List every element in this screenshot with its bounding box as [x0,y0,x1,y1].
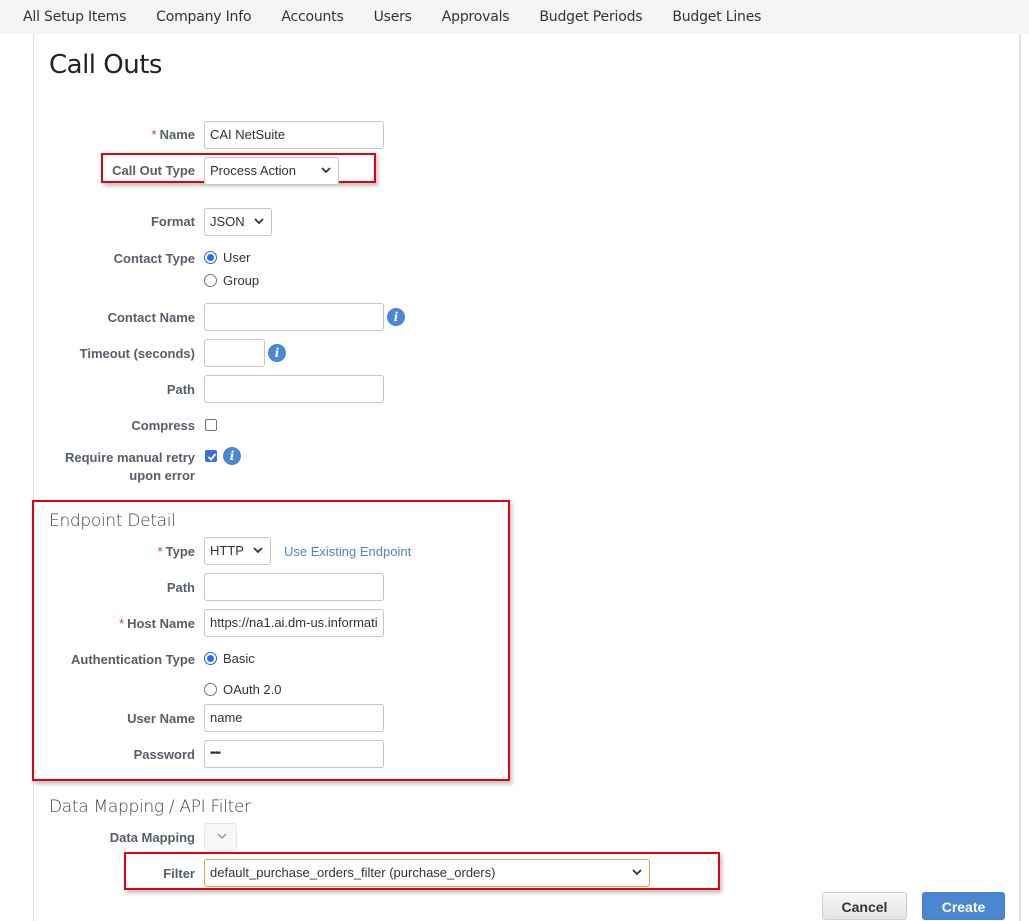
name-label: * Name [0,127,195,142]
endpoint-path-label: Path [166,580,195,595]
data-mapping-title: Data Mapping / API Filter [49,797,251,817]
radio-selected[interactable] [204,652,217,665]
auth-oauth-radio[interactable]: OAuth 2.0 [204,682,282,697]
user-name-input[interactable]: name [204,704,384,732]
required-marker: * [157,544,163,559]
contact-type-user-radio[interactable]: User [204,250,250,265]
password-label: Password [133,747,195,762]
manual-retry-label: Require manual retry upon error [0,449,195,485]
data-mapping-select[interactable] [204,823,237,851]
endpoint-detail-highlight [32,500,510,781]
name-label-text: Name [159,127,195,142]
host-name-input[interactable]: https://na1.ai.dm-us.informati [204,609,384,637]
nav-company-info[interactable]: Company Info [156,9,251,25]
radio-label: Basic [223,651,255,666]
password-input[interactable]: •••• [204,740,384,768]
compress-label: Compress [131,418,195,433]
chevron-down-icon [254,217,264,226]
required-marker: * [119,616,125,631]
nav-users[interactable]: Users [374,9,412,25]
contact-type-label: Contact Type [113,251,195,266]
endpoint-type-value: HTTP [210,543,244,558]
endpoint-type-select[interactable]: HTTP [204,537,271,565]
name-input[interactable]: CAI NetSuite [204,121,384,149]
required-marker: * [151,127,157,142]
checkbox-checked[interactable] [205,450,217,462]
nav-accounts[interactable]: Accounts [281,9,343,25]
auth-basic-radio[interactable]: Basic [204,651,255,666]
chevron-down-icon [632,868,642,877]
endpoint-detail-title: Endpoint Detail [49,511,176,531]
radio-label: OAuth 2.0 [223,682,282,697]
nav-budget-lines[interactable]: Budget Lines [672,9,761,25]
nav-all-setup-items[interactable]: All Setup Items [23,9,126,25]
radio-label: User [223,250,251,265]
format-label: Format [150,214,195,229]
radio-label: Group [223,273,260,288]
user-name-label: User Name [127,711,195,726]
endpoint-path-input[interactable] [204,573,384,601]
call-out-type-select[interactable]: Process Action [204,157,339,185]
format-select[interactable]: JSON [204,208,272,236]
filter-value: default_purchase_orders_filter (purchase… [210,865,496,880]
chevron-down-icon [321,166,331,175]
use-existing-endpoint-link[interactable]: Use Existing Endpoint [284,544,411,559]
host-name-label-text: Host Name [127,616,195,631]
contact-name-input[interactable] [204,303,384,331]
call-out-type-label: Call Out Type [112,163,195,178]
compress-checkbox[interactable] [205,419,217,431]
manual-retry-label-line2: upon error [129,468,195,483]
manual-retry-checkbox[interactable] [205,450,217,462]
checkbox-unchecked[interactable] [205,419,217,431]
setup-nav: All Setup Items Company Info Accounts Us… [0,0,1029,34]
data-mapping-label: Data Mapping [109,830,195,845]
contact-type-group-radio[interactable]: Group [204,273,259,288]
radio-unselected[interactable] [204,683,217,696]
endpoint-type-label-text: Type [165,544,195,559]
chevron-down-icon [253,546,263,555]
nav-approvals[interactable]: Approvals [442,9,510,25]
path-input[interactable] [204,375,384,403]
chevron-down-icon [217,832,227,841]
filter-label: Filter [163,866,195,881]
contact-name-label: Contact Name [107,310,195,325]
cancel-button[interactable]: Cancel [822,892,907,920]
content-border-right [1019,34,1021,921]
timeout-input[interactable] [204,339,265,367]
radio-unselected[interactable] [204,274,217,287]
manual-retry-label-line1: Require manual retry [64,450,195,465]
authentication-type-label: Authentication Type [71,652,195,667]
page-title: Call Outs [49,50,162,80]
filter-select[interactable]: default_purchase_orders_filter (purchase… [204,859,650,887]
call-out-type-value: Process Action [210,163,296,178]
info-icon[interactable]: i [268,344,286,362]
path-label: Path [166,382,195,397]
create-button[interactable]: Create [922,892,1005,920]
info-icon[interactable]: i [223,447,241,465]
endpoint-type-label: * Type [0,544,195,559]
info-icon[interactable]: i [387,308,405,326]
radio-selected[interactable] [204,251,217,264]
format-value: JSON [210,214,245,229]
host-name-label: * Host Name [0,616,195,631]
timeout-label: Timeout (seconds) [79,346,195,361]
nav-budget-periods[interactable]: Budget Periods [539,9,642,25]
